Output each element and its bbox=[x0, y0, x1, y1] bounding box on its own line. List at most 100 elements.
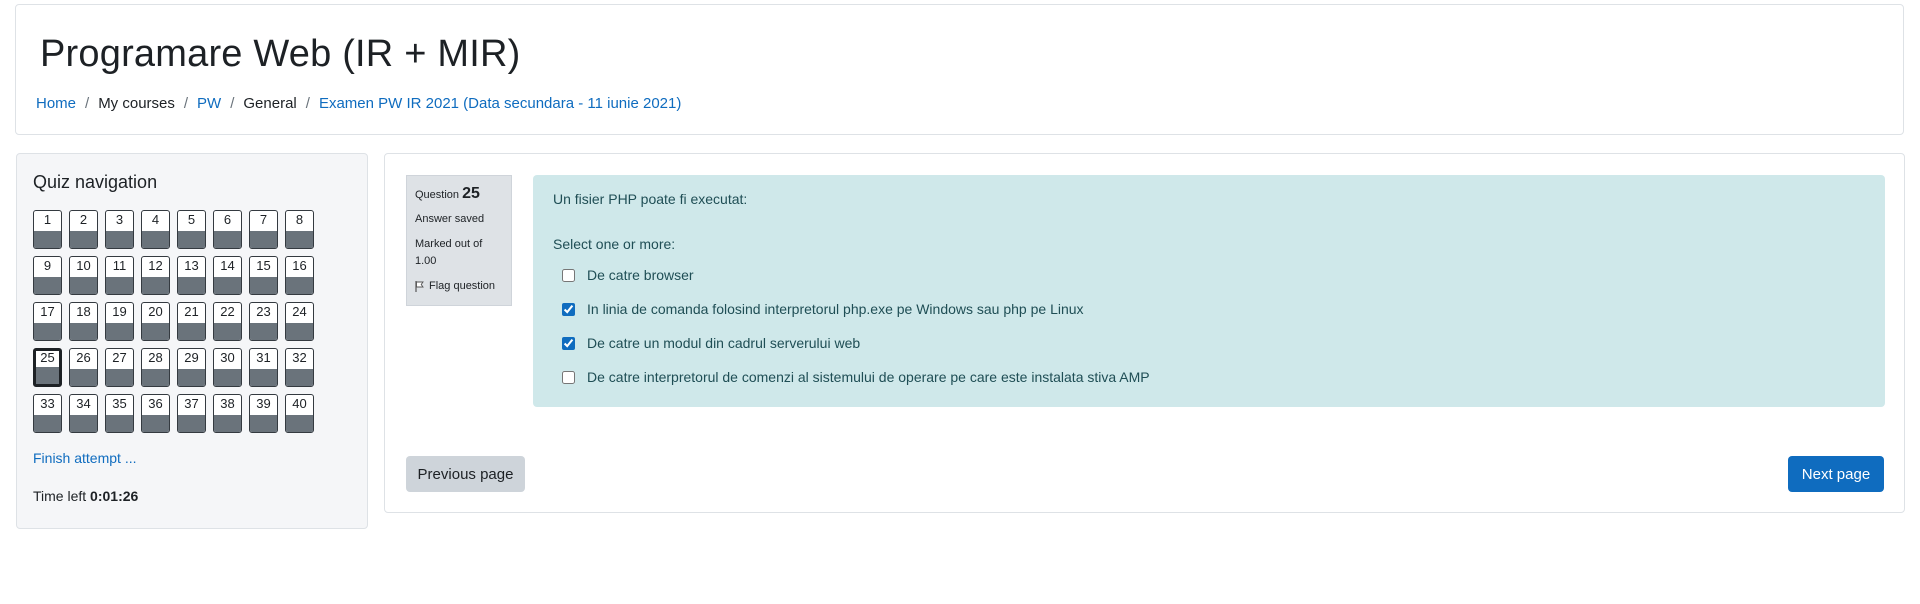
quiz-nav-question-number: 25 bbox=[40, 350, 55, 365]
quiz-nav-question-button[interactable]: 27 bbox=[105, 348, 134, 387]
question-text: Un fisier PHP poate fi executat: bbox=[553, 191, 748, 207]
question-number-label: Question bbox=[415, 189, 460, 201]
quiz-nav-question-button[interactable]: 16 bbox=[285, 256, 314, 295]
quiz-nav-question-button[interactable]: 30 bbox=[213, 348, 242, 387]
flag-question-button[interactable]: Flag question bbox=[415, 280, 503, 292]
quiz-nav-question-button[interactable]: 28 bbox=[141, 348, 170, 387]
quiz-nav-question-state bbox=[70, 369, 97, 386]
quiz-nav-question-button[interactable]: 40 bbox=[285, 394, 314, 433]
flag-icon bbox=[415, 280, 424, 292]
quiz-nav-question-state bbox=[142, 369, 169, 386]
quiz-nav-question-number: 12 bbox=[148, 258, 163, 273]
quiz-nav-question-button[interactable]: 39 bbox=[249, 394, 278, 433]
quiz-nav-question-button[interactable]: 24 bbox=[285, 302, 314, 341]
breadcrumb-separator: / bbox=[305, 95, 310, 112]
quiz-nav-question-button[interactable]: 22 bbox=[213, 302, 242, 341]
answer-checkbox[interactable] bbox=[562, 302, 575, 316]
quiz-nav-question-number: 21 bbox=[184, 304, 199, 319]
question-number-value: 25 bbox=[462, 185, 480, 202]
quiz-nav-question-state bbox=[34, 231, 61, 248]
quiz-nav-question-button[interactable]: 9 bbox=[33, 256, 62, 295]
quiz-nav-question-button[interactable]: 20 bbox=[141, 302, 170, 341]
quiz-nav-question-button[interactable]: 35 bbox=[105, 394, 134, 433]
quiz-nav-question-button[interactable]: 8 bbox=[285, 210, 314, 249]
quiz-nav-question-button[interactable]: 10 bbox=[69, 256, 98, 295]
quiz-nav-question-state bbox=[36, 367, 59, 384]
quiz-nav-question-number: 26 bbox=[76, 350, 91, 365]
quiz-nav-question-button[interactable]: 18 bbox=[69, 302, 98, 341]
quiz-navigation-title: Quiz navigation bbox=[33, 172, 158, 192]
answer-option[interactable]: In linia de comanda folosind interpretor… bbox=[553, 292, 1865, 326]
quiz-nav-question-state bbox=[250, 415, 277, 432]
quiz-nav-question-state bbox=[34, 323, 61, 340]
breadcrumb-separator: / bbox=[85, 95, 90, 112]
quiz-nav-question-button[interactable]: 14 bbox=[213, 256, 242, 295]
quiz-nav-question-button[interactable]: 1 bbox=[33, 210, 62, 249]
quiz-nav-question-button[interactable]: 5 bbox=[177, 210, 206, 249]
quiz-nav-question-state bbox=[70, 323, 97, 340]
quiz-nav-question-button[interactable]: 4 bbox=[141, 210, 170, 249]
quiz-nav-question-button[interactable]: 2 bbox=[69, 210, 98, 249]
finish-attempt-link[interactable]: Finish attempt ... bbox=[33, 450, 136, 466]
quiz-nav-question-button[interactable]: 33 bbox=[33, 394, 62, 433]
quiz-nav-question-button[interactable]: 13 bbox=[177, 256, 206, 295]
question-status: Answer saved bbox=[415, 213, 485, 225]
quiz-nav-question-button[interactable]: 34 bbox=[69, 394, 98, 433]
quiz-nav-question-button[interactable]: 7 bbox=[249, 210, 278, 249]
quiz-nav-question-number: 8 bbox=[295, 212, 304, 227]
quiz-nav-question-number: 34 bbox=[76, 396, 91, 411]
quiz-nav-question-number: 31 bbox=[256, 350, 271, 365]
quiz-nav-question-button[interactable]: 25 bbox=[33, 348, 62, 387]
quiz-nav-question-button[interactable]: 15 bbox=[249, 256, 278, 295]
quiz-nav-question-state bbox=[106, 415, 133, 432]
quiz-nav-question-number: 16 bbox=[292, 258, 307, 273]
quiz-nav-question-state bbox=[106, 277, 133, 294]
answer-option[interactable]: De catre interpretorul de comenzi al sis… bbox=[553, 360, 1865, 394]
answer-checkbox[interactable] bbox=[562, 336, 575, 350]
answer-checkbox[interactable] bbox=[562, 370, 575, 384]
quiz-nav-question-state bbox=[286, 323, 313, 340]
quiz-nav-question-button[interactable]: 26 bbox=[69, 348, 98, 387]
quiz-nav-question-number: 3 bbox=[115, 212, 124, 227]
quiz-nav-question-button[interactable]: 19 bbox=[105, 302, 134, 341]
quiz-nav-question-button[interactable]: 31 bbox=[249, 348, 278, 387]
quiz-navigation-block: Quiz navigation 1 2 3 4 5 6 7 8 9 10 11 12 13 14 15 16 1… bbox=[16, 153, 368, 529]
quiz-nav-question-button[interactable]: 38 bbox=[213, 394, 242, 433]
breadcrumb-quiz[interactable]: Examen PW IR 2021 (Data secundara - 11 i… bbox=[319, 95, 681, 112]
quiz-nav-question-state bbox=[106, 369, 133, 386]
quiz-nav-question-button[interactable]: 23 bbox=[249, 302, 278, 341]
quiz-nav-question-button[interactable]: 36 bbox=[141, 394, 170, 433]
answer-checkbox[interactable] bbox=[562, 268, 575, 282]
quiz-nav-question-number: 39 bbox=[256, 396, 271, 411]
quiz-nav-question-button[interactable]: 11 bbox=[105, 256, 134, 295]
quiz-nav-question-state bbox=[286, 277, 313, 294]
quiz-nav-question-button[interactable]: 12 bbox=[141, 256, 170, 295]
quiz-nav-question-state bbox=[214, 231, 241, 248]
quiz-nav-question-state bbox=[250, 277, 277, 294]
quiz-nav-question-button[interactable]: 17 bbox=[33, 302, 62, 341]
previous-page-button[interactable]: Previous page bbox=[406, 456, 525, 492]
quiz-nav-question-state bbox=[178, 277, 205, 294]
quiz-nav-question-state bbox=[70, 277, 97, 294]
quiz-nav-question-button[interactable]: 6 bbox=[213, 210, 242, 249]
quiz-nav-question-number: 4 bbox=[151, 212, 160, 227]
question-content: Question 25 Answer saved Marked out of 1… bbox=[384, 153, 1905, 513]
answer-option[interactable]: De catre un modul din cadrul serverului … bbox=[553, 326, 1865, 360]
next-page-button[interactable]: Next page bbox=[1788, 456, 1884, 492]
quiz-nav-question-state bbox=[214, 277, 241, 294]
question-grade: Marked out of 1.00 bbox=[415, 238, 483, 267]
quiz-nav-question-button[interactable]: 29 bbox=[177, 348, 206, 387]
breadcrumb-section: General bbox=[243, 95, 297, 112]
quiz-nav-question-number: 27 bbox=[112, 350, 127, 365]
quiz-nav-question-number: 19 bbox=[112, 304, 127, 319]
quiz-nav-question-button[interactable]: 37 bbox=[177, 394, 206, 433]
quiz-nav-question-button[interactable]: 32 bbox=[285, 348, 314, 387]
quiz-nav-question-state bbox=[106, 323, 133, 340]
quiz-nav-question-button[interactable]: 21 bbox=[177, 302, 206, 341]
breadcrumb-course[interactable]: PW bbox=[197, 95, 221, 112]
breadcrumb-home[interactable]: Home bbox=[36, 95, 76, 112]
answer-prompt: Select one or more: bbox=[553, 236, 676, 252]
answer-option[interactable]: De catre browser bbox=[553, 258, 1865, 292]
flag-question-label: Flag question bbox=[429, 280, 496, 292]
quiz-nav-question-button[interactable]: 3 bbox=[105, 210, 134, 249]
